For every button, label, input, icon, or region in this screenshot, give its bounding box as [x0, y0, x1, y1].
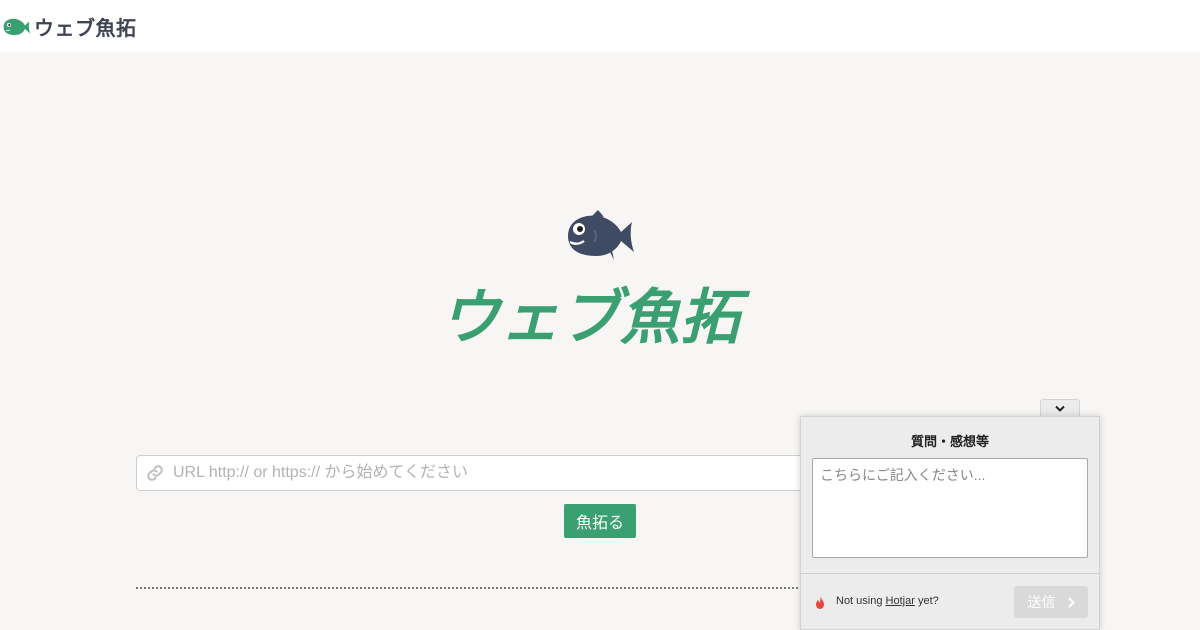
send-button[interactable]: 送信 [1014, 586, 1088, 618]
hotjar-note: Not using Hotjar yet? [836, 595, 939, 607]
link-icon [147, 465, 163, 481]
hotjar-note-suffix: yet? [917, 595, 939, 607]
hero-title-text: ウェブ魚拓 [440, 283, 751, 352]
gyotaku-submit-button[interactable]: 魚拓る [564, 504, 636, 538]
feedback-footer: Not using Hotjar yet? 送信 [801, 573, 1099, 630]
hotjar-flame-icon [816, 596, 824, 609]
hotjar-note-prefix: Not using [836, 595, 883, 607]
brand-logo-link[interactable]: ウェブ魚拓 [2, 12, 137, 41]
hero-title: ウェブ魚拓 [440, 283, 751, 352]
chevron-down-icon [1055, 405, 1065, 412]
send-button-label: 送信 [1027, 595, 1056, 611]
top-bar: ウェブ魚拓 [0, 0, 1200, 52]
chevron-right-icon [1067, 596, 1075, 608]
brand-name: ウェブ魚拓 [34, 16, 137, 40]
url-input-container [136, 455, 836, 491]
feedback-textarea[interactable] [812, 458, 1088, 558]
fish-icon [568, 210, 634, 260]
fish-icon [3, 18, 31, 35]
feedback-title: 質問・感想等 [910, 435, 989, 450]
dotted-divider [136, 587, 806, 589]
hotjar-link[interactable]: Hotjar [886, 595, 915, 607]
url-input[interactable] [173, 456, 833, 490]
feedback-widget: 質問・感想等 Not using Hotjar yet? 送信 [800, 416, 1100, 630]
